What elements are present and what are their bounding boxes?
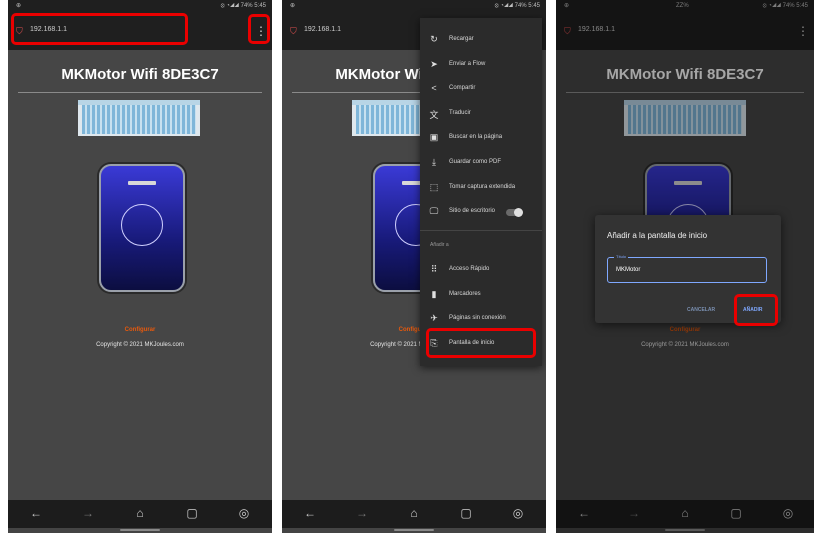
- config-link[interactable]: Configurar: [8, 327, 272, 333]
- menu-item-label: Acceso Rápido: [449, 266, 490, 272]
- menu-item-share[interactable]: < Compartir: [420, 81, 542, 97]
- menu-item-label: Tomar captura extendida: [449, 184, 516, 190]
- web-content: MKMotor Wifi 8DE3C7 Configurar Copyright…: [8, 50, 272, 500]
- menu-item-label: Buscar en la página: [449, 134, 503, 140]
- bookmark-icon: ▮: [431, 289, 437, 299]
- input-label: Título: [614, 254, 629, 259]
- remote-button[interactable]: [99, 164, 185, 292]
- menu-section-title: Añadir a: [430, 242, 449, 248]
- gesture-handle: [394, 529, 434, 531]
- menu-item-translate[interactable]: 文 Traducir: [420, 106, 542, 122]
- menu-item-desktop-site[interactable]: 🖵 Sitio de escritorio: [420, 204, 542, 220]
- forward-icon[interactable]: →: [80, 506, 96, 520]
- phone-screen-2: ⊕ ⦻ ◔◢◢ 74% 5:45 ⛉ 192.168.1.1 MKMotor W…: [282, 0, 546, 533]
- screenshot-icon: ⬚: [429, 182, 439, 192]
- cancel-button[interactable]: CANCELAR: [687, 307, 715, 313]
- status-right: ⦻ ◔◢◢ 74% 5:45: [220, 3, 266, 9]
- url-text[interactable]: 192.168.1.1: [304, 26, 341, 33]
- menu-item-label: Marcadores: [449, 291, 481, 297]
- menu-item-offline-pages[interactable]: ✈ Páginas sin conexión: [420, 311, 542, 327]
- menu-item-reload[interactable]: ↻ Recargar: [420, 32, 542, 48]
- translate-icon: 文: [429, 110, 439, 120]
- desktop-icon: 🖵: [429, 206, 439, 216]
- phone-screen-3: ⊕ ZZ% ⦻ ◔◢◢ 74% 5:45 ⛉ 192.168.1.1 ⋮ MKM…: [556, 0, 814, 533]
- back-icon[interactable]: ←: [28, 506, 44, 520]
- status-left: ⊕: [290, 3, 296, 9]
- send-icon: ➤: [430, 59, 438, 69]
- menu-item-label: Recargar: [449, 36, 474, 42]
- highlight-menu-button: [248, 14, 270, 44]
- menu-item-send[interactable]: ➤ Enviar a Flow: [420, 57, 542, 73]
- account-icon[interactable]: ◎: [510, 506, 526, 520]
- highlight-add-button: [734, 294, 778, 326]
- gate-image: [78, 100, 200, 136]
- grid-icon: ⠿: [430, 264, 438, 274]
- home-icon[interactable]: ⌂: [132, 506, 148, 520]
- menu-item-screenshot[interactable]: ⬚ Tomar captura extendida: [420, 180, 542, 196]
- input-value[interactable]: MKMotor: [616, 267, 640, 273]
- home-icon[interactable]: ⌂: [406, 506, 422, 520]
- menu-item-label: Guardar como PDF: [449, 159, 502, 165]
- status-right: ⦻ ◔◢◢ 74% 5:45: [494, 3, 540, 9]
- highlight-home-screen: [426, 328, 536, 358]
- menu-item-label: Enviar a Flow: [449, 61, 486, 67]
- menu-item-find[interactable]: ▣ Buscar en la página: [420, 130, 542, 146]
- status-bar: ⊕ ⦻ ◔◢◢ 74% 5:45: [8, 0, 272, 12]
- desktop-site-toggle[interactable]: [506, 208, 523, 217]
- menu-item-quick-access[interactable]: ⠿ Acceso Rápido: [420, 262, 542, 278]
- share-icon: <: [431, 83, 437, 93]
- download-icon: ⤓: [432, 157, 436, 167]
- find-in-page-icon: ▣: [429, 132, 439, 142]
- dialog-title: Añadir a la pantalla de inicio: [607, 231, 708, 240]
- tabs-icon[interactable]: ▢: [184, 506, 200, 520]
- forward-icon[interactable]: →: [354, 506, 370, 520]
- page-title: MKMotor Wifi 8DE3C7: [61, 66, 219, 83]
- menu-item-bookmarks[interactable]: ▮ Marcadores: [420, 287, 542, 303]
- shield-icon: ⛉: [290, 26, 297, 36]
- status-left: ⊕: [16, 3, 22, 9]
- menu-item-label: Compartir: [449, 85, 476, 91]
- bottom-nav: ← → ⌂ ▢ ◎: [8, 500, 272, 528]
- copyright-text: Copyright © 2021 MKJoules.com: [96, 342, 184, 348]
- browser-overflow-menu: ↻ Recargar ➤ Enviar a Flow < Compartir 文…: [420, 18, 542, 366]
- airplane-icon: ✈: [430, 313, 438, 323]
- menu-item-label: Sitio de escritorio: [449, 208, 496, 214]
- bottom-nav: ← → ⌂ ▢ ◎: [282, 500, 546, 528]
- menu-item-label: Páginas sin conexión: [449, 315, 506, 321]
- back-icon[interactable]: ←: [302, 506, 318, 520]
- highlight-url: [11, 13, 188, 45]
- account-icon[interactable]: ◎: [236, 506, 252, 520]
- menu-item-label: Traducir: [449, 110, 471, 116]
- tabs-icon[interactable]: ▢: [458, 506, 474, 520]
- menu-item-save-pdf[interactable]: ⤓ Guardar como PDF: [420, 155, 542, 171]
- gesture-handle: [120, 529, 160, 531]
- title-input[interactable]: Título MKMotor: [607, 254, 767, 283]
- reload-icon: ↻: [430, 34, 438, 44]
- menu-divider: [420, 230, 542, 231]
- status-bar: ⊕ ⦻ ◔◢◢ 74% 5:45: [282, 0, 546, 12]
- title-divider: [18, 92, 262, 93]
- phone-screen-1: ⊕ ⦻ ◔◢◢ 74% 5:45 ⛉ 192.168.1.1 ⋮ MKMotor…: [8, 0, 272, 533]
